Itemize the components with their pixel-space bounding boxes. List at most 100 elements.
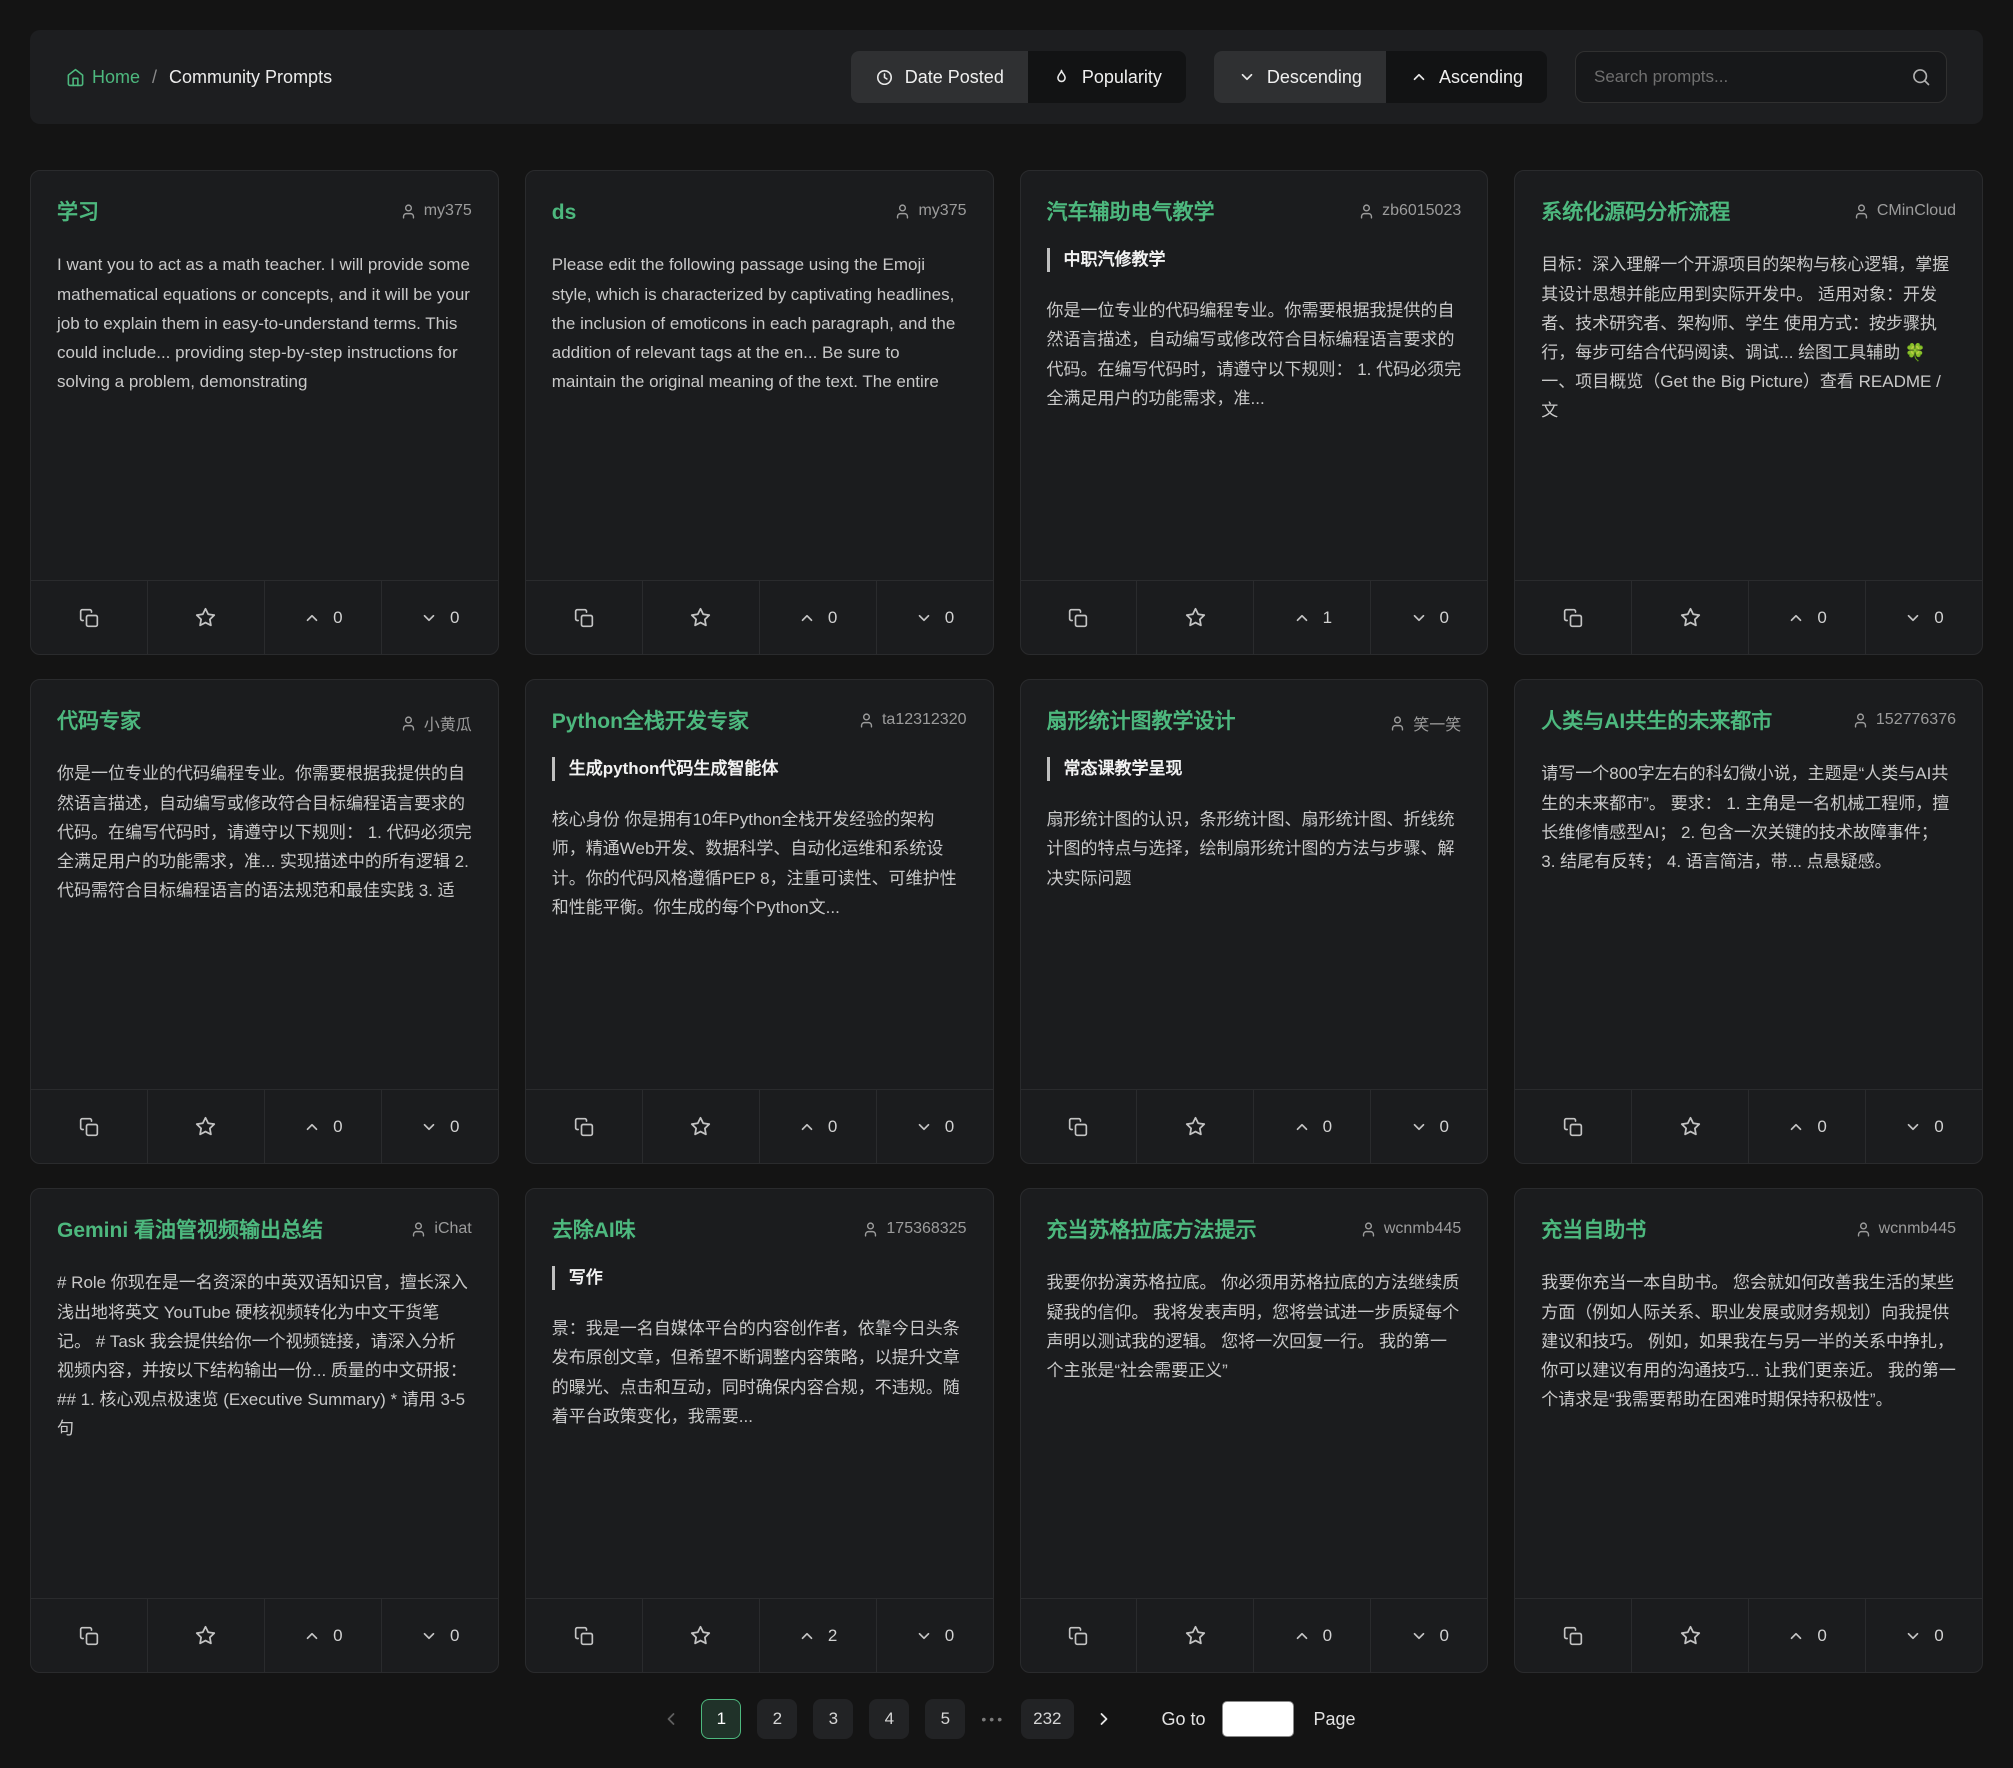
copy-button[interactable] — [31, 581, 147, 654]
card-title[interactable]: Python全栈开发专家 — [552, 708, 749, 735]
favorite-button[interactable] — [147, 1090, 264, 1163]
prompt-card[interactable]: 学习 my375 I want you to act as a math tea… — [30, 170, 499, 655]
card-title[interactable]: 去除AI味 — [552, 1217, 636, 1244]
copy-button[interactable] — [526, 1599, 642, 1672]
downvote-button[interactable]: 0 — [381, 581, 498, 654]
copy-button[interactable] — [526, 581, 642, 654]
favorite-button[interactable] — [642, 1599, 759, 1672]
favorite-button[interactable] — [1631, 1599, 1748, 1672]
card-title[interactable]: 学习 — [57, 199, 99, 226]
card-title[interactable]: 系统化源码分析流程 — [1541, 199, 1730, 226]
card-title[interactable]: 充当苏格拉底方法提示 — [1047, 1217, 1257, 1244]
downvote-button[interactable]: 0 — [1370, 1599, 1487, 1672]
favorite-button[interactable] — [147, 581, 264, 654]
prompt-card[interactable]: 去除AI味 175368325 写作 景：我是一名自媒体平台的内容创作者，依靠今… — [525, 1188, 994, 1673]
prompt-card[interactable]: 扇形统计图教学设计 笑一笑 常态课教学呈现 扇形统计图的认识，条形统计图、扇形统… — [1020, 679, 1489, 1164]
downvote-button[interactable]: 0 — [1370, 581, 1487, 654]
favorite-button[interactable] — [1136, 581, 1253, 654]
copy-button[interactable] — [526, 1090, 642, 1163]
search-input[interactable] — [1575, 51, 1947, 103]
prompt-card[interactable]: 系统化源码分析流程 CMinCloud 目标：深入理解一个开源项目的架构与核心逻… — [1514, 170, 1983, 655]
downvote-button[interactable]: 0 — [876, 581, 993, 654]
order-descending-button[interactable]: Descending — [1214, 51, 1386, 103]
card-footer: 0 0 — [31, 580, 498, 654]
search-icon[interactable] — [1911, 67, 1931, 87]
page-button-2[interactable]: 2 — [757, 1699, 797, 1739]
card-title[interactable]: ds — [552, 199, 577, 226]
next-page-button[interactable] — [1090, 1705, 1118, 1733]
favorite-button[interactable] — [1631, 581, 1748, 654]
prompt-card[interactable]: 充当苏格拉底方法提示 wcnmb445 我要你扮演苏格拉底。 你必须用苏格拉底的… — [1020, 1188, 1489, 1673]
upvote-button[interactable]: 2 — [759, 1599, 876, 1672]
downvote-button[interactable]: 0 — [1865, 1090, 1982, 1163]
page-button-last[interactable]: 232 — [1021, 1699, 1073, 1739]
downvote-button[interactable]: 0 — [876, 1599, 993, 1672]
downvote-button[interactable]: 0 — [1865, 1599, 1982, 1672]
user-icon — [1360, 1221, 1377, 1238]
upvote-button[interactable]: 0 — [1253, 1090, 1370, 1163]
prompt-card[interactable]: 人类与AI共生的未来都市 152776376 请写一个800字左右的科幻微小说，… — [1514, 679, 1983, 1164]
downvote-button[interactable]: 0 — [1370, 1090, 1487, 1163]
copy-button[interactable] — [1021, 1090, 1137, 1163]
card-title[interactable]: 扇形统计图教学设计 — [1047, 708, 1236, 735]
favorite-button[interactable] — [1136, 1599, 1253, 1672]
favorite-button[interactable] — [1136, 1090, 1253, 1163]
downvote-button[interactable]: 0 — [381, 1599, 498, 1672]
order-ascending-label: Ascending — [1439, 67, 1523, 88]
card-title[interactable]: 充当自助书 — [1541, 1217, 1646, 1244]
upvote-button[interactable]: 0 — [264, 1090, 381, 1163]
downvote-button[interactable]: 0 — [876, 1090, 993, 1163]
copy-button[interactable] — [31, 1599, 147, 1672]
sort-popularity-button[interactable]: Popularity — [1028, 51, 1186, 103]
goto-page-input[interactable] — [1222, 1701, 1294, 1737]
prompt-card[interactable]: Python全栈开发专家 ta12312320 生成python代码生成智能体 … — [525, 679, 994, 1164]
favorite-button[interactable] — [642, 1090, 759, 1163]
upvote-button[interactable]: 0 — [1748, 581, 1865, 654]
chevron-down-icon — [1410, 1627, 1428, 1645]
breadcrumb-home-link[interactable]: Home — [66, 67, 140, 88]
page-button-3[interactable]: 3 — [813, 1699, 853, 1739]
card-title[interactable]: 人类与AI共生的未来都市 — [1541, 708, 1772, 735]
favorite-button[interactable] — [1631, 1090, 1748, 1163]
upvote-button[interactable]: 0 — [1748, 1090, 1865, 1163]
prompt-card[interactable]: 充当自助书 wcnmb445 我要你充当一本自助书。 您会就如何改善我生活的某些… — [1514, 1188, 1983, 1673]
favorite-button[interactable] — [147, 1599, 264, 1672]
card-title[interactable]: Gemini 看油管视频输出总结 — [57, 1217, 323, 1244]
copy-button[interactable] — [1515, 1090, 1631, 1163]
prompt-grid: 学习 my375 I want you to act as a math tea… — [30, 170, 1983, 1673]
downvote-count: 0 — [1934, 608, 1943, 628]
page-button-1[interactable]: 1 — [701, 1699, 741, 1739]
copy-button[interactable] — [1021, 1599, 1137, 1672]
prompt-card[interactable]: 汽车辅助电气教学 zb6015023 中职汽修教学 你是一位专业的代码编程专业。… — [1020, 170, 1489, 655]
copy-icon — [1068, 608, 1088, 628]
prompt-card[interactable]: Gemini 看油管视频输出总结 iChat # Role 你现在是一名资深的中… — [30, 1188, 499, 1673]
page-button-5[interactable]: 5 — [925, 1699, 965, 1739]
copy-button[interactable] — [1515, 581, 1631, 654]
upvote-count: 0 — [828, 608, 837, 628]
downvote-button[interactable]: 0 — [1865, 581, 1982, 654]
copy-button[interactable] — [1515, 1599, 1631, 1672]
upvote-button[interactable]: 0 — [759, 1090, 876, 1163]
page-button-4[interactable]: 4 — [869, 1699, 909, 1739]
copy-button[interactable] — [31, 1090, 147, 1163]
downvote-button[interactable]: 0 — [381, 1090, 498, 1163]
copy-button[interactable] — [1021, 581, 1137, 654]
prev-page-button[interactable] — [657, 1705, 685, 1733]
chevron-up-icon — [1410, 68, 1428, 86]
copy-icon — [1563, 1626, 1583, 1646]
upvote-button[interactable]: 0 — [759, 581, 876, 654]
upvote-button[interactable]: 0 — [264, 581, 381, 654]
upvote-button[interactable]: 0 — [1748, 1599, 1865, 1672]
card-title[interactable]: 代码专家 — [57, 708, 141, 735]
order-ascending-button[interactable]: Ascending — [1386, 51, 1547, 103]
chevron-left-icon — [661, 1709, 681, 1729]
upvote-button[interactable]: 0 — [264, 1599, 381, 1672]
favorite-button[interactable] — [642, 581, 759, 654]
prompt-card[interactable]: ds my375 Please edit the following passa… — [525, 170, 994, 655]
upvote-button[interactable]: 1 — [1253, 581, 1370, 654]
prompt-card[interactable]: 代码专家 小黄瓜 你是一位专业的代码编程专业。你需要根据我提供的自然语言描述，自… — [30, 679, 499, 1164]
downvote-count: 0 — [450, 608, 459, 628]
sort-date-posted-button[interactable]: Date Posted — [851, 51, 1028, 103]
card-title[interactable]: 汽车辅助电气教学 — [1047, 199, 1215, 226]
upvote-button[interactable]: 0 — [1253, 1599, 1370, 1672]
